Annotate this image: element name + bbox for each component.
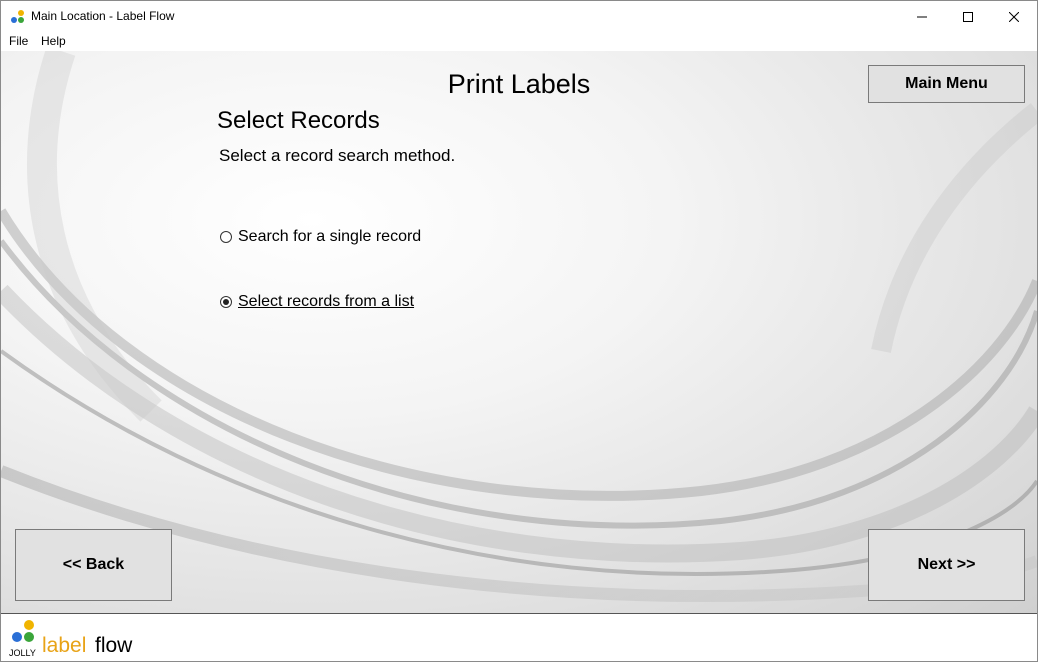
- main-content: Print Labels Select Records Select a rec…: [1, 51, 1037, 613]
- footer: JOLLY label flow: [1, 613, 1037, 661]
- minimize-icon: [917, 16, 927, 17]
- back-button[interactable]: << Back: [15, 529, 172, 601]
- radio-search-single-record[interactable]: Search for a single record: [220, 228, 421, 246]
- minimize-button[interactable]: [899, 1, 945, 32]
- radio-label[interactable]: Select records from a list: [238, 293, 414, 311]
- close-icon: [1009, 11, 1019, 22]
- radio-button-checked[interactable]: [220, 296, 232, 308]
- close-button[interactable]: [991, 1, 1037, 32]
- maximize-button[interactable]: [945, 1, 991, 32]
- app-window: Main Location - Label Flow File Help Pri…: [0, 0, 1038, 662]
- radio-select-from-list[interactable]: Select records from a list: [220, 293, 414, 311]
- brand-flow-text: flow: [95, 634, 133, 657]
- maximize-icon: [963, 11, 973, 22]
- menu-bar: File Help: [1, 32, 1037, 51]
- title-bar[interactable]: Main Location - Label Flow: [1, 1, 1037, 32]
- radio-label[interactable]: Search for a single record: [238, 228, 421, 246]
- next-button[interactable]: Next >>: [868, 529, 1025, 601]
- section-title: Select Records: [217, 107, 380, 134]
- menu-file[interactable]: File: [9, 34, 28, 48]
- app-icon: [11, 10, 24, 23]
- main-menu-button[interactable]: Main Menu: [868, 65, 1025, 103]
- svg-text:JOLLY: JOLLY: [9, 648, 36, 658]
- menu-help[interactable]: Help: [41, 34, 66, 48]
- radio-button[interactable]: [220, 231, 232, 243]
- jolly-logo: JOLLY: [9, 620, 36, 658]
- brand-label-text: label: [42, 634, 87, 657]
- window-title: Main Location - Label Flow: [31, 9, 175, 23]
- instruction-text: Select a record search method.: [219, 146, 456, 165]
